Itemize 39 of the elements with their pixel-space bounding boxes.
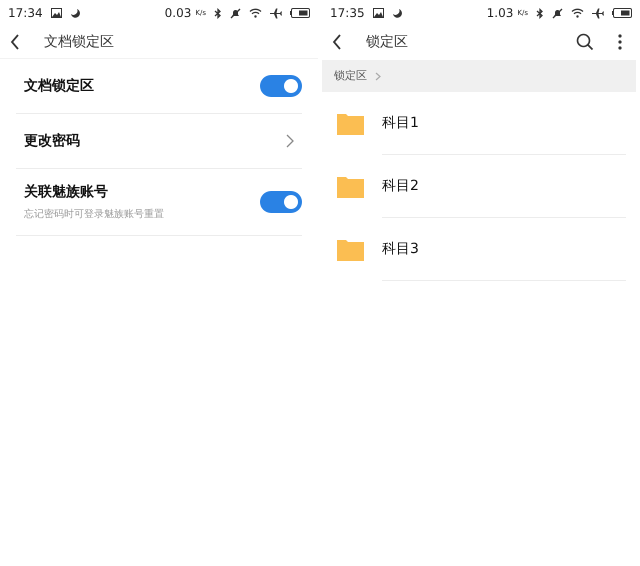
setting-title: 更改密码 (24, 132, 81, 150)
bluetooth-icon (214, 8, 222, 18)
folder-name[interactable]: 科目3 (382, 218, 626, 281)
battery-icon (290, 8, 310, 18)
airplane-icon (592, 8, 604, 18)
wifi-icon (249, 8, 262, 18)
back-icon[interactable] (332, 34, 342, 50)
moon-icon (392, 8, 402, 18)
toolbar-title: 锁定区 (366, 32, 409, 52)
status-time: 17:35 (330, 5, 365, 22)
chevron-icon (286, 134, 294, 148)
back-icon[interactable] (10, 34, 20, 50)
status-time: 17:34 (8, 5, 43, 22)
muted-bell-icon (230, 8, 241, 18)
toolbar-title: 文档锁定区 (44, 32, 115, 52)
breadcrumb-item[interactable]: 锁定区 (334, 68, 367, 84)
folder-icon (337, 175, 364, 198)
toggle-switch[interactable] (260, 75, 302, 97)
more-icon[interactable] (618, 34, 622, 50)
network-speed: 1.03 (486, 5, 514, 22)
chevron-icon (375, 72, 381, 80)
folder-name[interactable]: 科目1 (382, 92, 626, 155)
airplane-icon (270, 8, 282, 18)
folder-icon (337, 238, 364, 261)
setting-title: 关联魅族账号 (24, 183, 109, 202)
battery-icon (612, 8, 632, 18)
folder-name[interactable]: 科目2 (382, 155, 626, 218)
toggle-switch[interactable] (260, 191, 302, 213)
network-speed: 0.03 (164, 5, 192, 22)
bluetooth-icon (536, 8, 544, 18)
wifi-icon (571, 8, 584, 18)
image-icon (50, 8, 62, 18)
muted-bell-icon (552, 8, 563, 18)
search-icon[interactable] (576, 33, 594, 51)
moon-icon (70, 8, 80, 18)
image-icon (372, 8, 384, 18)
setting-title: 文档锁定区 (24, 76, 95, 96)
folder-icon (337, 112, 364, 135)
setting-description: 忘记密码时可登录魅族账号重置 (24, 208, 165, 222)
